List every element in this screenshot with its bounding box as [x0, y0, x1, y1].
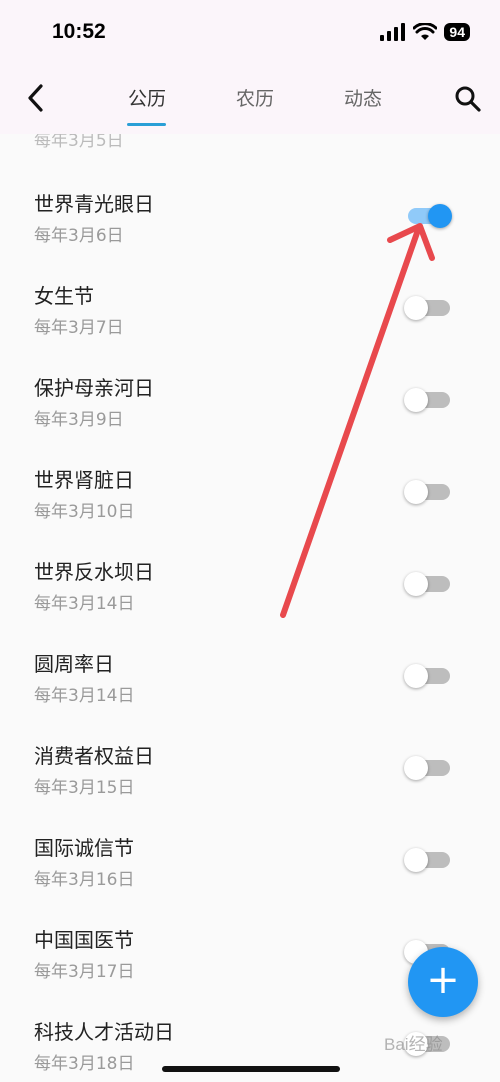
reminder-toggle[interactable]: [404, 846, 450, 872]
festival-date: 每年3月7日: [34, 318, 124, 338]
home-indicator[interactable]: [162, 1066, 340, 1072]
reminder-toggle[interactable]: [404, 202, 452, 228]
reminder-toggle[interactable]: [404, 386, 450, 412]
festival-name: 世界反水坝日: [34, 560, 154, 584]
festival-name: 中国国医节: [34, 928, 134, 952]
status-bar: 10:52 94: [0, 0, 500, 64]
festival-name: 圆周率日: [34, 652, 114, 676]
festival-name: 世界肾脏日: [34, 468, 134, 492]
list-item[interactable]: 世界反水坝日 每年3月14日: [0, 556, 500, 648]
add-button[interactable]: +: [408, 947, 478, 1017]
reminder-toggle[interactable]: [404, 570, 450, 596]
festival-date: 每年3月10日: [34, 502, 135, 522]
watermark-text: Bai经验: [384, 1035, 443, 1054]
reminder-toggle[interactable]: [404, 662, 450, 688]
battery-indicator: 94: [444, 23, 470, 41]
tab-lunar[interactable]: 农历: [236, 84, 274, 111]
festival-name: 科技人才活动日: [34, 1020, 174, 1044]
list-item[interactable]: 消费者权益日 每年3月15日: [0, 740, 500, 832]
festival-date: 每年3月14日: [34, 594, 135, 614]
festival-date: 每年3月18日: [34, 1054, 135, 1074]
app-header: 公历 农历 动态: [0, 64, 500, 134]
wifi-icon: [413, 23, 438, 40]
festival-date: 每年3月9日: [34, 410, 124, 430]
partial-list-item: 每年3月5日: [34, 134, 124, 151]
search-button[interactable]: [452, 80, 484, 116]
reminder-toggle[interactable]: [404, 754, 450, 780]
status-time: 10:52: [52, 20, 106, 43]
festival-date: 每年3月6日: [34, 226, 124, 246]
festival-date: 每年3月14日: [34, 686, 135, 706]
festival-name: 消费者权益日: [34, 744, 154, 768]
festival-date: 每年3月15日: [34, 778, 135, 798]
active-tab-indicator: [127, 123, 166, 126]
list-item[interactable]: 保护母亲河日 每年3月9日: [0, 372, 500, 464]
festival-name: 世界青光眼日: [34, 192, 154, 216]
festival-name: 保护母亲河日: [34, 376, 154, 400]
back-button[interactable]: [22, 80, 52, 116]
list-item[interactable]: 世界肾脏日 每年3月10日: [0, 464, 500, 556]
festival-name: 国际诚信节: [34, 836, 134, 860]
list-item[interactable]: 女生节 每年3月7日: [0, 280, 500, 372]
festival-list[interactable]: 每年3月5日 世界青光眼日 每年3月6日 女生节 每年3月7日 保护母亲河日 每…: [0, 134, 500, 1082]
tab-dynamic[interactable]: 动态: [344, 84, 382, 111]
chevron-left-icon: [28, 84, 43, 112]
cellular-signal-icon: [380, 23, 406, 41]
festival-date: 每年3月16日: [34, 870, 135, 890]
reminder-toggle[interactable]: [404, 478, 450, 504]
search-icon: [455, 86, 481, 112]
festival-name: 女生节: [34, 284, 94, 308]
list-item[interactable]: 圆周率日 每年3月14日: [0, 648, 500, 740]
list-item[interactable]: 国际诚信节 每年3月16日: [0, 832, 500, 924]
reminder-toggle[interactable]: [404, 294, 450, 320]
list-item[interactable]: 世界青光眼日 每年3月6日: [0, 188, 500, 280]
status-icons: 94: [380, 22, 470, 42]
festival-date: 每年3月17日: [34, 962, 135, 982]
tab-gregorian[interactable]: 公历: [128, 84, 166, 111]
